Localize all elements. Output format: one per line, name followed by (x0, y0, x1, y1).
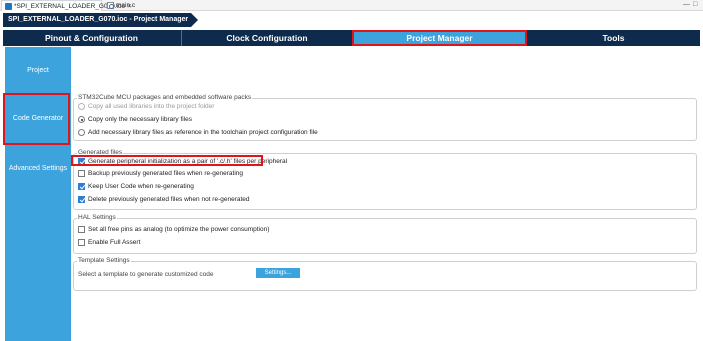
main-tab-bar: Pinout & Configuration Clock Configurati… (3, 30, 700, 46)
highlight-box (3, 93, 70, 145)
checkbox[interactable] (78, 183, 85, 190)
option-label: Keep User Code when re-generating (88, 183, 194, 190)
editor-tab-label: main.c (116, 2, 136, 9)
option-copy-all-libraries[interactable]: Copy all used libraries into the project… (78, 103, 214, 110)
option-label: Copy only the necessary library files (88, 116, 193, 123)
group-title: STM32Cube MCU packages and embedded soft… (77, 94, 253, 101)
option-copy-necessary-files[interactable]: Copy only the necessary library files (78, 116, 192, 123)
packages-group: STM32Cube MCU packages and embedded soft… (73, 94, 697, 141)
option-label: Delete previously generated files when n… (88, 196, 250, 203)
editor-tab-bar: *SPI_EXTERNAL_LOADER_G070.ioc ✕ main.c —… (0, 0, 703, 11)
option-free-pins-analog[interactable]: Set all free pins as analog (to optimize… (78, 226, 269, 233)
minimize-icon[interactable]: — (683, 1, 690, 8)
maximize-icon[interactable]: □ (693, 1, 697, 8)
breadcrumb-label: SPI_EXTERNAL_LOADER_G070.ioc - Project M… (8, 16, 189, 23)
left-nav: Project Code Generator Advanced Settings (5, 47, 71, 341)
tab-project-manager[interactable]: Project Manager (352, 30, 527, 46)
checkbox[interactable] (78, 170, 85, 177)
radio-button[interactable] (78, 129, 85, 136)
c-file-icon (107, 2, 114, 9)
option-add-as-reference[interactable]: Add necessary library files as reference… (78, 129, 318, 136)
group-title: HAL Settings (77, 214, 117, 221)
radio-button[interactable] (78, 103, 85, 110)
nav-item-project[interactable]: Project (5, 67, 71, 74)
hal-settings-group: HAL Settings Set all free pins as analog… (73, 214, 697, 254)
group-title: Template Settings (77, 257, 131, 264)
option-label: Enable Full Assert (88, 239, 141, 246)
option-label: Backup previously generated files when r… (88, 170, 244, 177)
option-backup-files[interactable]: Backup previously generated files when r… (78, 170, 243, 177)
option-delete-previous-files[interactable]: Delete previously generated files when n… (78, 196, 250, 203)
code-generator-panel: STM32Cube MCU packages and embedded soft… (71, 47, 703, 341)
template-description: Select a template to generate customized… (78, 271, 214, 278)
tab-clock-configuration[interactable]: Clock Configuration (181, 30, 352, 46)
breadcrumb: SPI_EXTERNAL_LOADER_G070.ioc - Project M… (0, 12, 703, 27)
nav-item-advanced-settings[interactable]: Advanced Settings (5, 165, 71, 172)
option-label: Add necessary library files as reference… (88, 129, 318, 136)
tab-tools[interactable]: Tools (527, 30, 700, 46)
template-settings-group: Template Settings Select a template to g… (73, 257, 697, 291)
breadcrumb-item[interactable]: SPI_EXTERNAL_LOADER_G070.ioc - Project M… (3, 13, 198, 27)
option-label: Copy all used libraries into the project… (88, 103, 215, 110)
editor-tab-main-c[interactable]: main.c (104, 0, 146, 11)
mx-file-icon (5, 2, 12, 10)
editor-tab-ioc[interactable]: *SPI_EXTERNAL_LOADER_G070.ioc ✕ (1, 0, 132, 11)
option-keep-user-code[interactable]: Keep User Code when re-generating (78, 183, 194, 190)
option-full-assert[interactable]: Enable Full Assert (78, 239, 140, 246)
highlight-box (71, 155, 263, 166)
option-label: Set all free pins as analog (to optimize… (88, 226, 270, 233)
template-settings-button[interactable]: Settings... (256, 268, 300, 278)
checkbox[interactable] (78, 226, 85, 233)
checkbox[interactable] (78, 196, 85, 203)
tab-pinout-configuration[interactable]: Pinout & Configuration (3, 30, 180, 46)
checkbox[interactable] (78, 239, 85, 246)
radio-button[interactable] (78, 116, 85, 123)
